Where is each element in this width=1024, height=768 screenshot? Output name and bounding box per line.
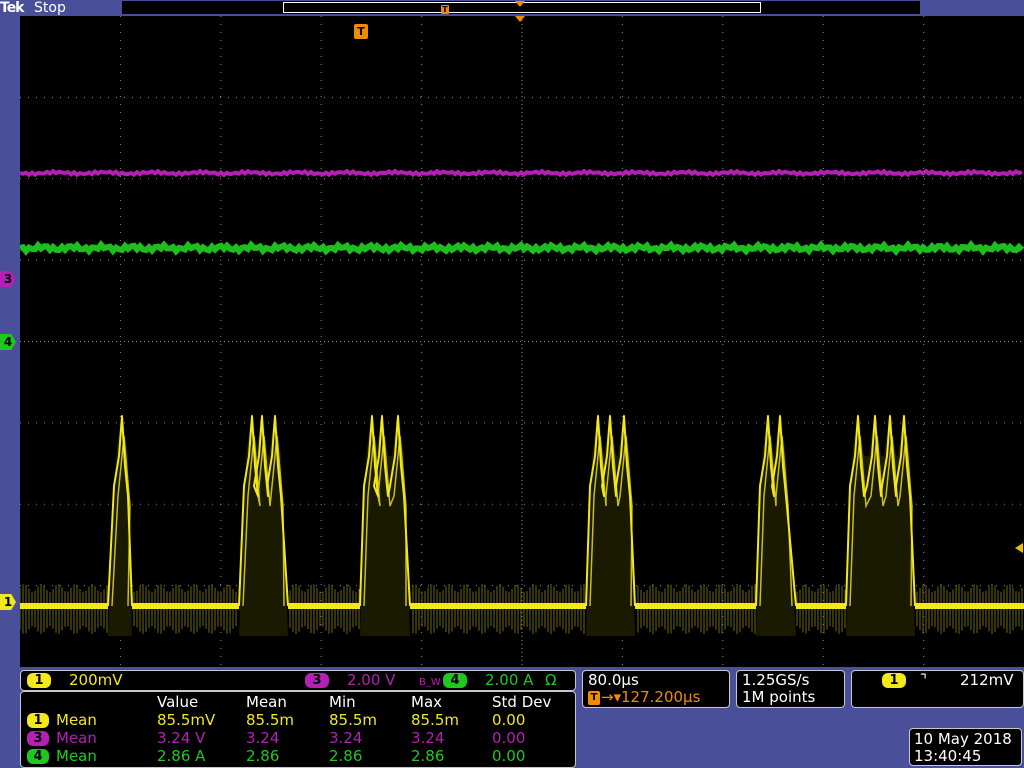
trigger-level-readout[interactable]: 212mV [960,672,1014,689]
ch3-ground-marker[interactable]: 3 [0,271,16,287]
measurement-max: 2.86 [411,747,445,765]
ch1-scale[interactable]: 200mV [69,672,123,689]
measurement-mean: 3.24 [246,729,280,747]
measurement-min: 2.86 [329,747,363,765]
run-state: Stop [34,0,66,16]
horizontal-panel[interactable]: 80.0µs T →▾ 127.200µs [582,670,730,708]
trigger-position-readout[interactable]: 127.200µs [621,689,700,706]
measurement-channel-badge: 4 [27,749,49,764]
timebase-readout[interactable]: 80.0µs [588,672,639,689]
horizontal-center-caret [515,16,525,22]
ch4-scale[interactable]: 2.00 A [485,672,533,689]
measurement-std: 0.00 [492,729,526,747]
ch4-waveform [19,240,1024,256]
measurement-header-4: Std Dev [492,693,552,711]
vertical-settings-panel[interactable]: 1 200mV 3 2.00 V B_W 4 2.00 A Ω [20,670,576,691]
trigger-source-badge[interactable]: 1 [882,673,906,688]
waveform-display[interactable]: T [19,16,1024,667]
measurement-value: 2.86 A [157,747,206,765]
trigger-record-icon: T [441,5,449,14]
measurement-header-3: Max [411,693,443,711]
ch1-ground-marker[interactable]: 1 [0,594,16,610]
ch3-waveform [19,168,1023,178]
datetime-panel: 10 May 2018 13:40:45 [909,728,1022,766]
measurements-panel[interactable]: Value Mean Min Max Std Dev 1 Mean 85.5mV 85.5m 8… [20,691,576,768]
measurement-channel-badge: 3 [27,731,49,746]
trigger-position-icon: T [588,691,600,705]
measurement-type: Mean [56,711,97,729]
measurement-row[interactable]: 4 Mean 2.86 A 2.86 2.86 2.86 0.00 [21,748,577,766]
time-readout: 13:40:45 [914,747,982,765]
ch1-pulse-shadow [756,411,796,636]
bandwidth-limit-icon: B_W [419,677,441,688]
record-length[interactable]: 1M points [742,689,815,706]
measurement-type: Mean [56,747,97,765]
trigger-level-icon[interactable] [1015,543,1023,553]
measurement-channel-badge: 1 [27,713,49,728]
measurement-type: Mean [56,729,97,747]
measurement-std: 0.00 [492,747,526,765]
falling-edge-icon[interactable]: ⌝ [920,672,927,689]
ch1-badge[interactable]: 1 [27,673,51,688]
measurement-value: 3.24 V [157,729,206,747]
measurement-max: 85.5m [411,711,460,729]
waveform-svg [19,16,1024,667]
measurement-mean: 85.5m [246,711,295,729]
measurement-header-2: Min [329,693,356,711]
measurement-max: 3.24 [411,729,445,747]
ch4-ground-marker[interactable]: 4 [0,334,16,350]
ch3-scale[interactable]: 2.00 V [347,672,395,689]
record-view[interactable] [122,1,920,14]
top-status-bar: Tek Stop T [0,0,1024,16]
ohm-icon: Ω [545,671,557,689]
measurement-value: 85.5mV [157,711,216,729]
trigger-position-arrow: →▾ [601,688,622,706]
measurement-header-1: Mean [246,693,287,711]
ch3-badge[interactable]: 3 [305,673,329,688]
measurement-min: 3.24 [329,729,363,747]
trigger-position-caret [515,1,525,7]
measurement-min: 85.5m [329,711,378,729]
measurement-std: 0.00 [492,711,526,729]
measurement-row[interactable]: 3 Mean 3.24 V 3.24 3.24 3.24 0.00 [21,730,577,748]
trigger-panel[interactable]: 1 ⌝ 212mV [851,670,1024,708]
measurement-mean: 2.86 [246,747,280,765]
trigger-time-marker-icon[interactable]: T [354,24,368,39]
brand-logo: Tek [0,0,24,16]
measurement-header-0: Value [157,693,199,711]
sample-rate[interactable]: 1.25GS/s [742,672,809,689]
acquisition-panel[interactable]: 1.25GS/s 1M points [736,670,845,708]
ch4-badge[interactable]: 4 [443,673,467,688]
date-readout: 10 May 2018 [914,730,1012,748]
measurements-header: Value Mean Min Max Std Dev [21,694,577,711]
measurement-row[interactable]: 1 Mean 85.5mV 85.5m 85.5m 85.5m 0.00 [21,712,577,730]
